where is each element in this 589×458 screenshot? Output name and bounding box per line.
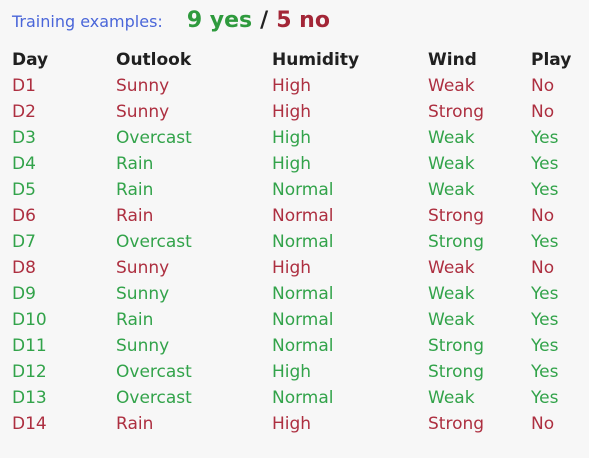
table-row: D5 Rain Normal Weak Yes [12,177,587,203]
outlook-cell: Overcast [116,232,192,252]
humidity-cell: Normal [272,284,334,304]
day-cell: D13 [12,388,47,408]
wind-cell: Strong [428,362,485,382]
outlook-cell: Sunny [116,102,170,122]
humidity-cell: High [272,362,312,382]
table-row: D1 Sunny High Weak No [12,73,587,99]
table-row: D14 Rain High Strong No [12,411,587,437]
day-cell: D8 [12,258,36,278]
table-row: D8 Sunny High Weak No [12,255,587,281]
table-row: D6 Rain Normal Strong No [12,203,587,229]
play-cell: Yes [531,180,559,200]
table-row: D13 Overcast Normal Weak Yes [12,385,587,411]
humidity-cell: High [272,76,312,96]
table-row: D2 Sunny High Strong No [12,99,587,125]
humidity-cell: Normal [272,310,334,330]
table-row: D11 Sunny Normal Strong Yes [12,333,587,359]
play-cell: No [531,102,555,122]
day-cell: D10 [12,310,47,330]
column-header-humidity: Humidity [272,49,360,70]
humidity-cell: High [272,154,312,174]
table-row: D10 Rain Normal Weak Yes [12,307,587,333]
day-cell: D9 [12,284,36,304]
wind-cell: Weak [428,284,475,304]
outlook-cell: Rain [116,310,154,330]
play-cell: Yes [531,128,559,148]
wind-cell: Weak [428,388,475,408]
day-cell: D3 [12,128,36,148]
wind-cell: Strong [428,232,485,252]
play-cell: Yes [531,232,559,252]
humidity-cell: Normal [272,388,334,408]
outlook-cell: Sunny [116,76,170,96]
day-cell: D4 [12,154,36,174]
wind-cell: Weak [428,128,475,148]
table-row: D7 Overcast Normal Strong Yes [12,229,587,255]
table-row: D12 Overcast High Strong Yes [12,359,587,385]
outlook-cell: Overcast [116,128,192,148]
wind-cell: Weak [428,76,475,96]
day-cell: D7 [12,232,36,252]
play-cell: No [531,206,555,226]
wind-cell: Weak [428,180,475,200]
training-examples-slide: Training examples: 9 yes / 5 no Day Outl… [0,0,589,458]
column-header-outlook: Outlook [116,49,192,70]
training-data-table: Day Outlook Humidity Wind Play D1 Sunny … [12,46,587,437]
column-header-play: Play [531,49,572,70]
day-cell: D14 [12,414,47,434]
training-label: Training examples: [12,12,163,31]
outlook-cell: Sunny [116,258,170,278]
count-separator: / [260,8,269,33]
outlook-cell: Rain [116,414,154,434]
outlook-cell: Overcast [116,362,192,382]
table-header-row: Day Outlook Humidity Wind Play [12,46,587,73]
humidity-cell: Normal [272,336,334,356]
yes-count: 9 yes [186,8,253,33]
outlook-cell: Sunny [116,284,170,304]
outlook-cell: Rain [116,154,154,174]
humidity-cell: High [272,414,312,434]
outlook-cell: Rain [116,180,154,200]
humidity-cell: Normal [272,180,334,200]
day-cell: D2 [12,102,36,122]
play-cell: No [531,414,555,434]
wind-cell: Strong [428,206,485,226]
column-header-day: Day [12,49,49,70]
humidity-cell: Normal [272,206,334,226]
outlook-cell: Overcast [116,388,192,408]
outlook-cell: Sunny [116,336,170,356]
play-cell: Yes [531,284,559,304]
day-cell: D6 [12,206,36,226]
wind-cell: Weak [428,154,475,174]
play-cell: No [531,258,555,278]
humidity-cell: High [272,258,312,278]
summary-header: Training examples: 9 yes / 5 no [12,8,581,36]
wind-cell: Strong [428,102,485,122]
table-row: D3 Overcast High Weak Yes [12,125,587,151]
humidity-cell: High [272,102,312,122]
play-cell: Yes [531,388,559,408]
play-cell: No [531,76,555,96]
table-row: D9 Sunny Normal Weak Yes [12,281,587,307]
no-count: 5 no [276,8,330,33]
play-cell: Yes [531,336,559,356]
humidity-cell: High [272,128,312,148]
table-row: D4 Rain High Weak Yes [12,151,587,177]
wind-cell: Weak [428,310,475,330]
day-cell: D5 [12,180,36,200]
day-cell: D11 [12,336,47,356]
outlook-cell: Rain [116,206,154,226]
wind-cell: Strong [428,414,485,434]
wind-cell: Weak [428,258,475,278]
play-cell: Yes [531,154,559,174]
column-header-wind: Wind [428,49,477,70]
play-cell: Yes [531,310,559,330]
day-cell: D1 [12,76,36,96]
play-cell: Yes [531,362,559,382]
humidity-cell: Normal [272,232,334,252]
wind-cell: Strong [428,336,485,356]
day-cell: D12 [12,362,47,382]
